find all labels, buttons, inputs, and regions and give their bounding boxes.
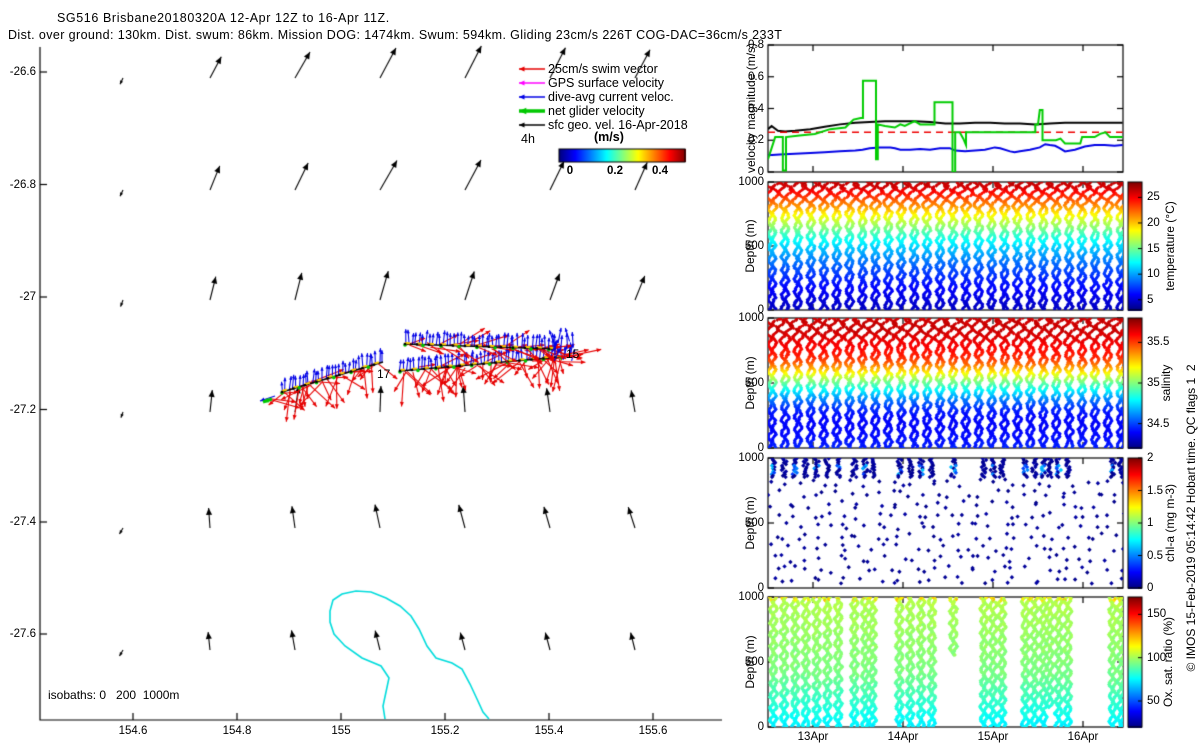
page-title: SG516 Brisbane20180320A 12-Apr 12Z to 16… [57,11,390,25]
map-latitude-tick: -26.6 [9,66,36,78]
velocity-ytick: 0.6 [748,70,764,83]
dive-number-label-17: 17 [377,367,391,381]
map-latitude-tick: -26.8 [9,178,36,191]
isobaths-note: isobaths: 0 200 1000m [48,688,180,702]
colorbar-tick: 5 [1147,293,1154,306]
legend-colorbar-tick: 0 [566,165,574,177]
mission-stats-subtitle: Dist. over ground: 130km. Dist. swum: 86… [8,28,783,42]
date-xtick: 14Apr [887,731,919,743]
depth-ytick: 500 [744,377,764,389]
legend-item-dive-avg-current: dive-avg current veloc. [548,90,674,104]
legend-item-net-glider-velocity: net glider velocity [548,104,645,118]
dive-number-label-15: 15 [566,347,580,361]
colorbar-tick: 1.5 [1147,484,1163,497]
map-latitude-tick: -27 [19,291,36,303]
colorbar-tick: 35.5 [1147,336,1170,349]
depth-ytick: 1000 [738,312,764,324]
colorbar-tick: 1 [1147,517,1154,529]
depth-ytick: 500 [744,517,764,529]
velocity-ytick: 0.8 [748,39,764,51]
depth-ytick: 1000 [738,591,764,603]
colorbar-tick: 50 [1147,695,1160,707]
colorbar-tick: 15 [1147,242,1160,255]
legend-item-swim-vector: 25cm/s swim vector [548,62,658,76]
legend-item-gps-velocity: GPS surface velocity [548,76,665,90]
colorbar-tick: 10 [1147,268,1160,281]
depth-ytick: 500 [744,240,764,252]
colorbar-tick: 0 [1147,582,1154,594]
map-longitude-tick: 155 [331,725,351,737]
date-xtick: 15Apr [977,731,1009,743]
date-xtick: 13Apr [797,731,829,743]
map-longitude-tick: 154.6 [118,725,148,737]
glider-mission-dashboard: SG516 Brisbane20180320A 12-Apr 12Z to 16… [0,0,1200,750]
colorbar-tick: 100 [1147,651,1167,664]
colorbar-tick: 150 [1147,608,1167,621]
imos-watermark: © IMOS 15-Feb-2019 05:14:42 Hobart time.… [1184,364,1198,672]
colorbar-tick: 2 [1147,452,1154,464]
legend-duration-label: 4h [521,132,535,146]
map-longitude-tick: 154.8 [222,725,252,737]
colorbar-tick: 35 [1147,377,1160,389]
legend-colorbar-tick: 0.2 [607,165,623,177]
velocity-ytick: 0.2 [748,134,764,147]
map-longitude-tick: 155.6 [638,725,668,737]
colorbar-tick: 0.5 [1147,549,1163,562]
date-xtick: 16Apr [1067,731,1099,743]
colorbar-label-salinity: salinity [1159,364,1173,402]
map-longitude-tick: 155.2 [430,725,460,737]
map-longitude-tick: 155.4 [534,725,564,737]
colorbar-tick: 25 [1147,191,1160,204]
colorbar-label-temperature: temperature (°C) [1163,201,1177,291]
map-latitude-tick: -27.4 [9,516,36,528]
depth-ytick: 1000 [738,452,764,464]
depth-ytick: 500 [744,656,764,668]
colorbar-label-chl: chl-a (mg m-3) [1163,483,1177,563]
colorbar-tick: 20 [1147,216,1160,229]
colorbar-tick: 34.5 [1147,417,1170,430]
depth-ytick: 1000 [738,176,764,188]
legend-colorbar-title: (m/s) [594,130,624,144]
legend-colorbar-tick: 0.4 [652,165,668,177]
map-latitude-tick: -27.6 [9,628,36,640]
depth-ytick: 0 [757,721,764,733]
map-latitude-tick: -27.2 [9,403,36,416]
velocity-ytick: 0.4 [748,102,764,115]
